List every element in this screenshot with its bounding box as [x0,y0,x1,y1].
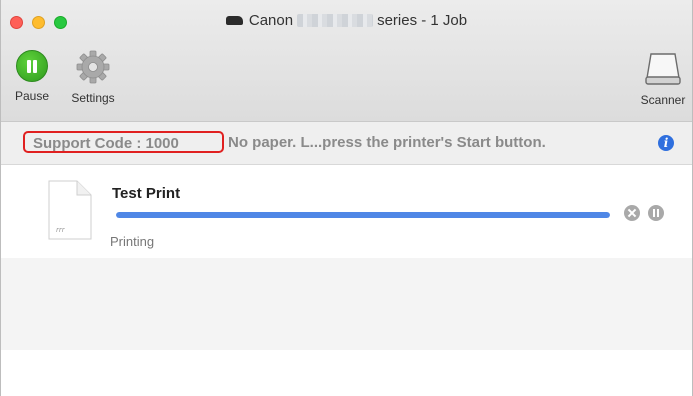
job-status: Printing [110,234,155,249]
printer-icon [225,15,243,25]
document-icon: rrr [48,180,92,240]
cancel-job-button[interactable] [624,205,640,221]
settings-label: Settings [71,91,115,105]
info-icon[interactable]: i [658,135,674,151]
support-code: Support Code : 1000 [23,131,224,153]
window-title: Canon series - 1 Job [1,12,692,29]
pause-job-button[interactable] [648,205,664,221]
gear-icon [76,50,110,84]
empty-job-row [1,350,692,396]
title-suffix: series - 1 Job [377,12,468,29]
status-message: No paper. L...press the printer's Start … [228,134,546,151]
empty-job-row [1,258,692,350]
job-name: Test Print [112,185,181,202]
job-progress-fill [116,212,610,218]
scanner-label: Scanner [640,93,686,107]
job-row[interactable]: rrr Test Print Printing [1,165,692,258]
printer-queue-window: Canon series - 1 Job Pause Settings Scan… [0,0,693,396]
pause-button[interactable]: Pause [9,50,55,103]
redacted-model-name [297,13,374,27]
settings-button[interactable]: Settings [63,50,123,105]
titlebar-toolbar: Canon series - 1 Job Pause Settings Scan… [1,0,692,122]
title-brand: Canon [248,12,294,29]
pause-label: Pause [14,89,50,103]
pause-icon [16,50,48,82]
job-progress-bar [116,212,610,218]
scanner-button[interactable]: Scanner [634,50,692,107]
scanner-icon [645,53,681,85]
status-bar: Support Code : 1000 No paper. L...press … [1,122,692,165]
svg-text:rrr: rrr [56,226,66,234]
